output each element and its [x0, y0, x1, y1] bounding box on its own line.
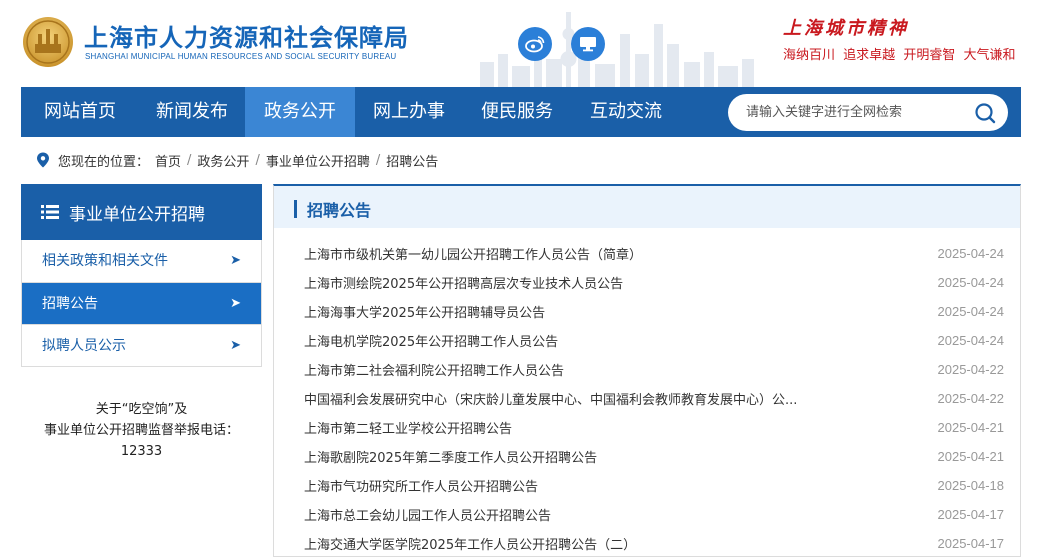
- sidebar-title: 事业单位公开招聘: [69, 204, 205, 225]
- news-date: 2025-04-21: [937, 420, 1005, 435]
- nav-item-online-services[interactable]: 网上办事: [355, 87, 463, 137]
- spirit-phrase: 开明睿智: [903, 48, 956, 63]
- news-title-link[interactable]: 上海市测绘院2025年公开招聘高层次专业技术人员公告: [304, 273, 623, 292]
- news-date: 2025-04-17: [937, 507, 1005, 522]
- news-date: 2025-04-21: [937, 449, 1005, 464]
- note-line: 事业单位公开招聘监督举报电话：: [43, 423, 239, 438]
- announcement-list: 上海市市级机关第一幼儿园公开招聘工作人员公告（简章） 2025-04-24 上海…: [274, 242, 1020, 557]
- breadcrumb-item-announcements[interactable]: 招聘公告: [386, 151, 438, 170]
- city-skyline-image: [480, 12, 754, 87]
- bureau-logo-icon[interactable]: [22, 16, 74, 68]
- arrow-right-icon: ➤: [230, 253, 241, 268]
- site-subtitle: SHANGHAI MUNICIPAL HUMAN RESOURCES AND S…: [85, 52, 397, 61]
- main-nav: 网站首页 新闻发布 政务公开 网上办事 便民服务 互动交流: [21, 87, 1021, 137]
- sidebar-item-policies[interactable]: 相关政策和相关文件 ➤: [22, 240, 261, 282]
- sidebar-item-label: 拟聘人员公示: [42, 338, 126, 354]
- nav-item-public-services[interactable]: 便民服务: [463, 87, 571, 137]
- title-accent-bar: [294, 200, 297, 218]
- breadcrumb-separator: /: [187, 152, 192, 168]
- location-pin-icon: [37, 152, 49, 168]
- news-title-link[interactable]: 上海歌剧院2025年第二季度工作人员公开招聘公告: [304, 447, 597, 466]
- list-item[interactable]: 上海海事大学2025年公开招聘辅导员公告 2025-04-24: [274, 300, 1020, 329]
- breadcrumb-item-government-affairs[interactable]: 政务公开: [197, 151, 249, 170]
- news-date: 2025-04-24: [937, 275, 1005, 290]
- search-icon[interactable]: [974, 102, 996, 124]
- breadcrumb-item-public-recruitment[interactable]: 事业单位公开招聘: [266, 151, 370, 170]
- sidebar-item-announcements[interactable]: 招聘公告 ➤: [22, 282, 261, 324]
- search-input[interactable]: [746, 94, 966, 131]
- city-spirit-title: 上海城市精神: [783, 18, 909, 39]
- nav-item-home[interactable]: 网站首页: [21, 87, 139, 137]
- spirit-phrase: 大气谦和: [963, 48, 1016, 63]
- news-date: 2025-04-24: [937, 333, 1005, 348]
- news-date: 2025-04-24: [937, 246, 1005, 261]
- city-spirit-phrases: 海纳百川 追求卓越 开明睿智 大气谦和: [783, 44, 1019, 63]
- report-hotline-note: 关于“吃空饷”及 事业单位公开招聘监督举报电话： 12333: [21, 399, 262, 462]
- sidebar-menu: 相关政策和相关文件 ➤ 招聘公告 ➤ 拟聘人员公示 ➤: [21, 240, 262, 367]
- panel-title: 招聘公告: [307, 201, 372, 220]
- news-date: 2025-04-22: [937, 362, 1005, 377]
- news-title-link[interactable]: 中国福利会发展研究中心（宋庆龄儿童发展中心、中国福利会教师教育发展中心）公...: [304, 389, 797, 408]
- list-item[interactable]: 上海歌剧院2025年第二季度工作人员公开招聘公告 2025-04-21: [274, 445, 1020, 474]
- list-item[interactable]: 上海市市级机关第一幼儿园公开招聘工作人员公告（简章） 2025-04-24: [274, 242, 1020, 271]
- monitor-icon: [580, 37, 596, 52]
- breadcrumb-item-home[interactable]: 首页: [155, 151, 181, 170]
- breadcrumb-separator: /: [375, 152, 381, 168]
- news-title-link[interactable]: 上海交通大学医学院2025年工作人员公开招聘公告（二）: [304, 534, 636, 553]
- sidebar-item-candidates-publicity[interactable]: 拟聘人员公示 ➤: [22, 324, 261, 366]
- list-item[interactable]: 上海市总工会幼儿园工作人员公开招聘公告 2025-04-17: [274, 503, 1020, 532]
- news-date: 2025-04-24: [937, 304, 1005, 319]
- nav-item-interaction[interactable]: 互动交流: [571, 87, 681, 137]
- announcement-panel: 招聘公告 上海市市级机关第一幼儿园公开招聘工作人员公告（简章） 2025-04-…: [273, 184, 1021, 557]
- news-date: 2025-04-17: [937, 536, 1005, 551]
- spirit-phrase: 追求卓越: [843, 48, 896, 63]
- list-icon: [41, 205, 59, 219]
- news-title-link[interactable]: 上海海事大学2025年公开招聘辅导员公告: [304, 302, 545, 321]
- weibo-icon: [525, 36, 545, 53]
- list-item[interactable]: 中国福利会发展研究中心（宋庆龄儿童发展中心、中国福利会教师教育发展中心）公...…: [274, 387, 1020, 416]
- news-title-link[interactable]: 上海市总工会幼儿园工作人员公开招聘公告: [304, 505, 551, 524]
- sidebar-item-label: 相关政策和相关文件: [42, 253, 168, 269]
- search-box: [728, 94, 1008, 131]
- sidebar-item-label: 招聘公告: [42, 296, 98, 312]
- news-title-link[interactable]: 上海市市级机关第一幼儿园公开招聘工作人员公告（简章）: [304, 244, 642, 263]
- list-item[interactable]: 上海交通大学医学院2025年工作人员公开招聘公告（二） 2025-04-17: [274, 532, 1020, 557]
- breadcrumb: 您现在的位置： 首页 / 政务公开 / 事业单位公开招聘 / 招聘公告: [36, 151, 438, 170]
- nav-item-government-affairs[interactable]: 政务公开: [245, 87, 355, 137]
- monitor-button[interactable]: [571, 27, 605, 61]
- news-title-link[interactable]: 上海市气功研究所工作人员公开招聘公告: [304, 476, 538, 495]
- arrow-right-icon: ➤: [230, 296, 241, 311]
- news-date: 2025-04-22: [937, 391, 1005, 406]
- news-title-link[interactable]: 上海电机学院2025年公开招聘工作人员公告: [304, 331, 558, 350]
- arrow-right-icon: ➤: [230, 338, 241, 353]
- list-item[interactable]: 上海市气功研究所工作人员公开招聘公告 2025-04-18: [274, 474, 1020, 503]
- list-item[interactable]: 上海市第二轻工业学校公开招聘公告 2025-04-21: [274, 416, 1020, 445]
- hotline-number: 12333: [120, 444, 163, 459]
- news-date: 2025-04-18: [937, 478, 1005, 493]
- news-title-link[interactable]: 上海市第二轻工业学校公开招聘公告: [304, 418, 512, 437]
- sidebar-header: 事业单位公开招聘: [21, 184, 262, 240]
- spirit-phrase: 海纳百川: [783, 48, 836, 63]
- list-item[interactable]: 上海电机学院2025年公开招聘工作人员公告 2025-04-24: [274, 329, 1020, 358]
- breadcrumb-separator: /: [255, 152, 260, 168]
- breadcrumb-prefix: 您现在的位置：: [58, 154, 150, 170]
- nav-item-news[interactable]: 新闻发布: [139, 87, 245, 137]
- news-title-link[interactable]: 上海市第二社会福利院公开招聘工作人员公告: [304, 360, 564, 379]
- list-item[interactable]: 上海市测绘院2025年公开招聘高层次专业技术人员公告 2025-04-24: [274, 271, 1020, 300]
- site-header: 上海市人力资源和社会保障局 SHANGHAI MUNICIPAL HUMAN R…: [0, 0, 1043, 87]
- panel-header: 招聘公告: [274, 186, 1020, 228]
- note-line: 关于“吃空饷”及: [95, 402, 188, 417]
- weibo-button[interactable]: [518, 27, 552, 61]
- list-item[interactable]: 上海市第二社会福利院公开招聘工作人员公告 2025-04-22: [274, 358, 1020, 387]
- site-title[interactable]: 上海市人力资源和社会保障局: [84, 18, 409, 53]
